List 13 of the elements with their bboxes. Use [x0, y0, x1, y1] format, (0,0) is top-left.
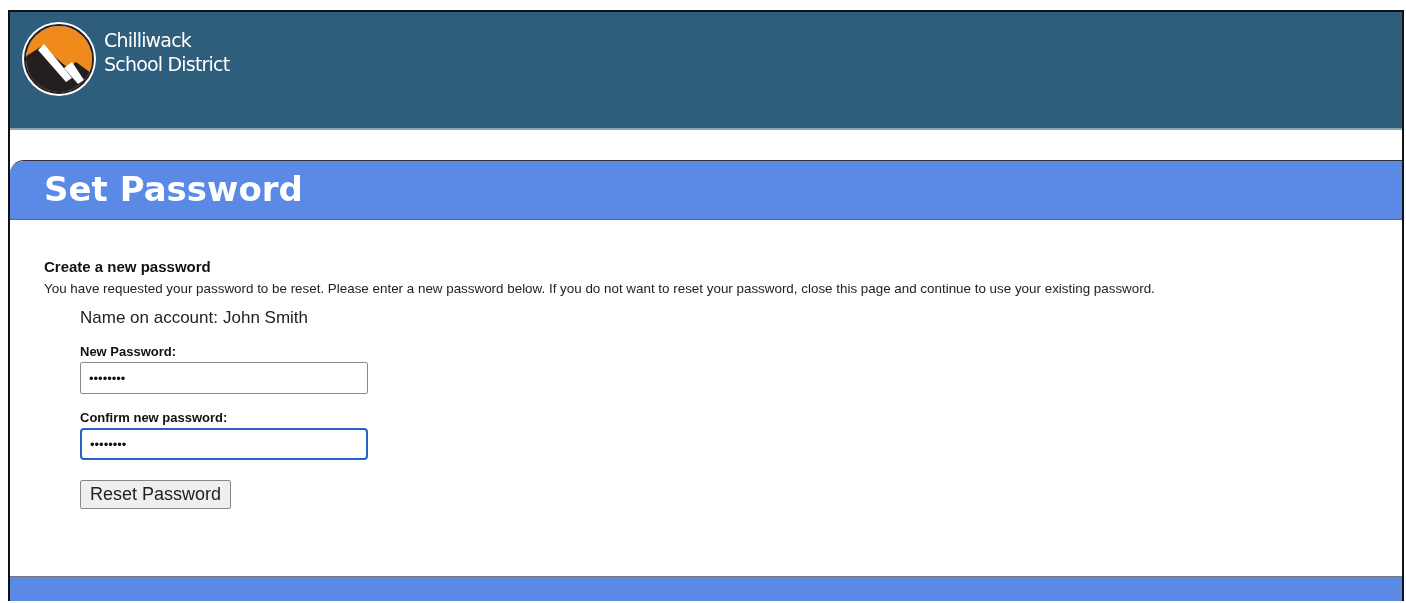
- password-field[interactable]: ••••••••: [80, 428, 368, 460]
- logo-text: School District: [104, 52, 230, 76]
- field-label: New Password:: [80, 344, 177, 359]
- logo-text: Chilliwack: [104, 28, 193, 52]
- account-label: Name on account:: [80, 308, 218, 328]
- reset-password-button[interactable]: Reset Password: [80, 480, 232, 509]
- password-field[interactable]: ••••••••: [80, 362, 368, 394]
- logo-icon: [20, 20, 98, 98]
- page-title: Set Password: [10, 161, 1402, 220]
- section-heading: Create a new password: [44, 258, 212, 275]
- instructions-text: You have requested your password to be reset. Please enter a new password below. If you do not want to reset your password, close this page and continue to use your existing password.: [44, 281, 1156, 296]
- field-label: Confirm new password:: [80, 410, 228, 425]
- account-name: John Smith: [222, 308, 308, 328]
